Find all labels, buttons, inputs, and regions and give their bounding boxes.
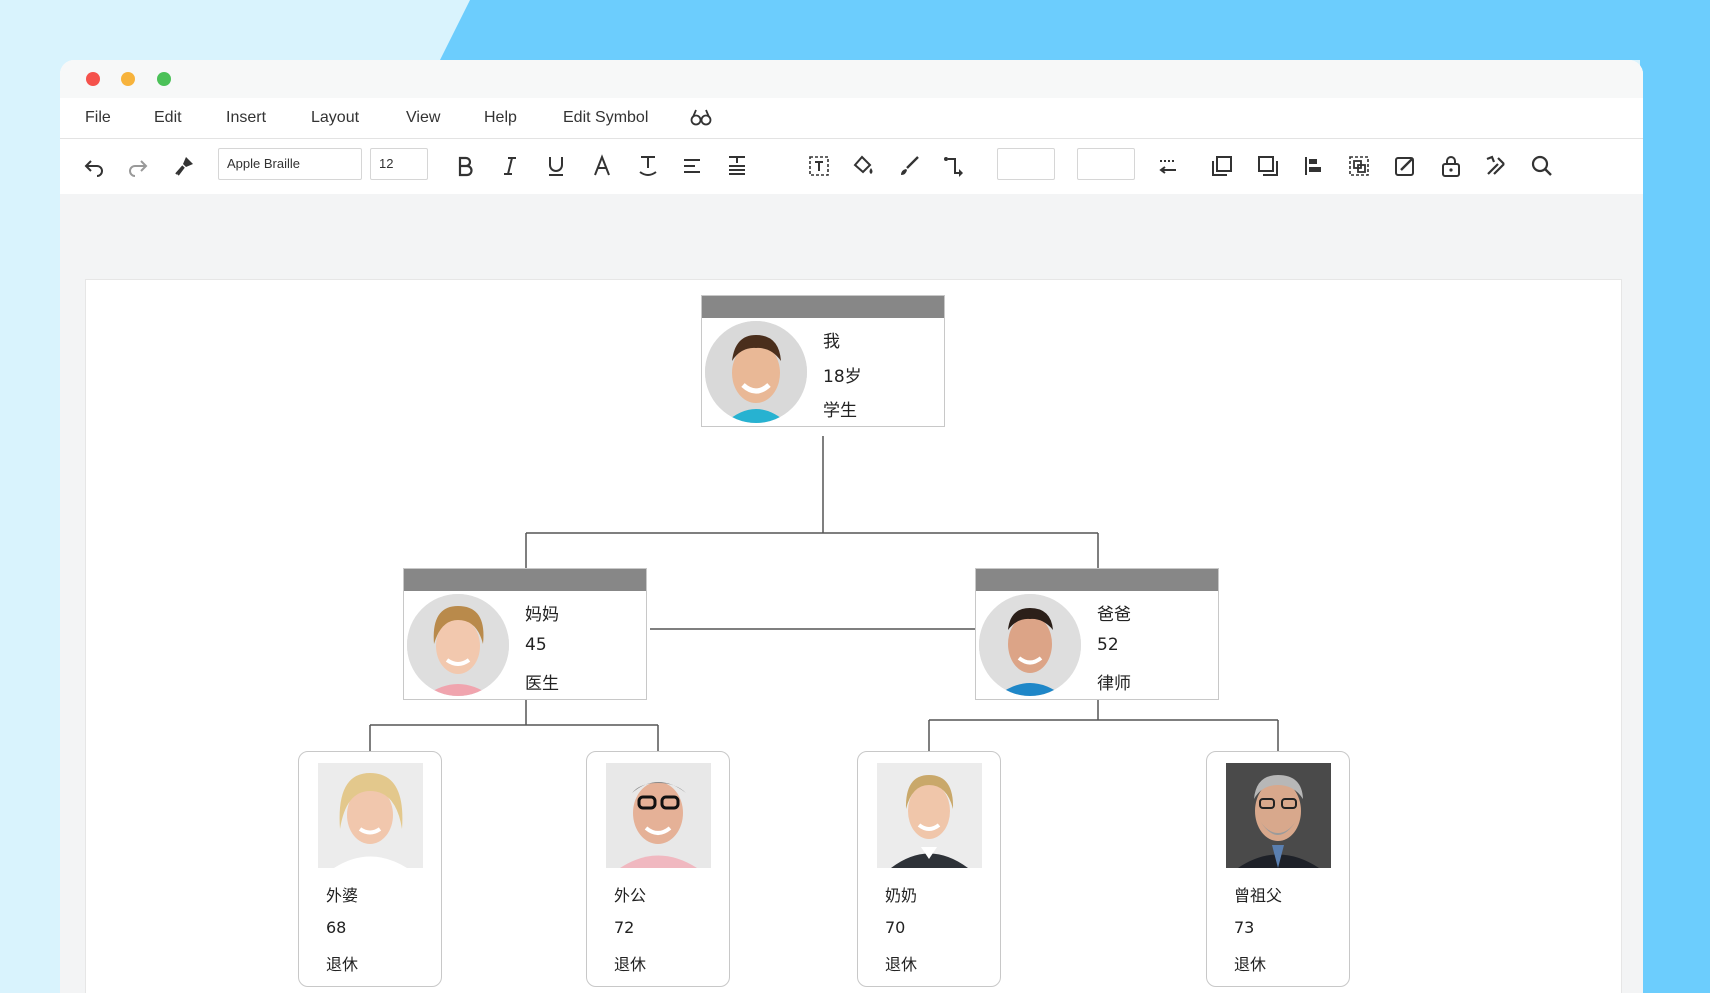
mother-person-card[interactable]: 妈妈 45 医生 [403, 568, 647, 700]
grandparent-photo [318, 763, 423, 868]
text-box-icon[interactable] [806, 153, 832, 179]
grandparent-job: 退休 [1234, 955, 1267, 974]
underline-icon[interactable] [543, 153, 569, 179]
title-bar [60, 60, 1643, 98]
grandparent-photo [877, 763, 982, 868]
edit-shape-icon[interactable] [1392, 153, 1418, 179]
canvas-area: 我 18岁 学生 妈妈 45 医生 爸爸 52 律师 外婆 68 退休 外公 7… [60, 194, 1643, 993]
mother-job: 医生 [525, 674, 559, 694]
menu-insert[interactable]: Insert [226, 109, 266, 127]
text-style-icon[interactable] [635, 153, 661, 179]
connector-icon[interactable] [941, 153, 967, 179]
binoculars-icon[interactable] [690, 107, 712, 132]
lock-icon[interactable] [1438, 153, 1464, 179]
grandparent-card[interactable]: 外婆 68 退休 [298, 751, 442, 987]
toolbar: Apple Braille 12 [60, 139, 1643, 194]
line-spacing-icon[interactable] [724, 153, 750, 179]
card-header-bar [976, 569, 1218, 591]
root-avatar [705, 321, 807, 423]
father-avatar [979, 594, 1081, 696]
redo-icon[interactable] [125, 153, 151, 179]
tools-icon[interactable] [1483, 153, 1509, 179]
root-age: 18岁 [823, 367, 862, 387]
menu-help[interactable]: Help [484, 109, 517, 127]
align-left-icon[interactable] [680, 153, 706, 179]
menu-edit-symbol[interactable]: Edit Symbol [563, 109, 648, 127]
father-name: 爸爸 [1097, 605, 1131, 625]
grandparent-photo [606, 763, 711, 868]
root-job: 学生 [823, 401, 857, 421]
align-objects-icon[interactable] [1301, 153, 1327, 179]
grandparent-job: 退休 [614, 955, 647, 974]
bring-front-icon[interactable] [1209, 153, 1235, 179]
grandparent-photo [1226, 763, 1331, 868]
card-header-bar [702, 296, 944, 318]
italic-icon[interactable] [497, 153, 523, 179]
father-person-card[interactable]: 爸爸 52 律师 [975, 568, 1219, 700]
menu-view[interactable]: View [406, 109, 440, 127]
father-job: 律师 [1097, 674, 1131, 694]
font-size-input[interactable]: 12 [370, 148, 428, 180]
close-window-button[interactable] [86, 72, 100, 86]
search-icon[interactable] [1529, 153, 1555, 179]
father-age: 52 [1097, 635, 1119, 655]
grandparent-name: 奶奶 [885, 886, 918, 905]
grandparent-name: 曾祖父 [1234, 886, 1283, 905]
menu-edit[interactable]: Edit [154, 109, 182, 127]
font-family-select[interactable]: Apple Braille [218, 148, 362, 180]
grandparent-card[interactable]: 曾祖父 73 退休 [1206, 751, 1350, 987]
grandparent-age: 72 [614, 918, 635, 937]
arrow-style-icon[interactable] [1155, 153, 1181, 179]
line-brush-icon[interactable] [897, 153, 923, 179]
root-name: 我 [823, 332, 840, 352]
root-person-card[interactable]: 我 18岁 学生 [701, 295, 945, 427]
menu-bar: File Edit Insert Layout View Help Edit S… [60, 98, 1643, 139]
font-color-icon[interactable] [589, 153, 615, 179]
menu-layout[interactable]: Layout [311, 109, 359, 127]
grandparent-age: 73 [1234, 918, 1255, 937]
grandparent-name: 外婆 [326, 886, 359, 905]
grandparent-job: 退休 [885, 955, 918, 974]
grandparent-card[interactable]: 外公 72 退休 [586, 751, 730, 987]
app-window: File Edit Insert Layout View Help Edit S… [60, 60, 1643, 993]
mother-name: 妈妈 [525, 605, 559, 625]
bold-icon[interactable] [452, 153, 478, 179]
line-width-input[interactable] [997, 148, 1055, 180]
grandparent-name: 外公 [614, 886, 647, 905]
zoom-window-button[interactable] [157, 72, 171, 86]
send-back-icon[interactable] [1255, 153, 1281, 179]
grandparent-age: 68 [326, 918, 347, 937]
undo-icon[interactable] [81, 153, 107, 179]
minimize-window-button[interactable] [121, 72, 135, 86]
card-header-bar [404, 569, 646, 591]
grandparent-age: 70 [885, 918, 906, 937]
format-painter-icon[interactable] [171, 153, 197, 179]
menu-file[interactable]: File [85, 109, 111, 127]
line-style-input[interactable] [1077, 148, 1135, 180]
fill-bucket-icon[interactable] [851, 153, 877, 179]
mother-age: 45 [525, 635, 547, 655]
mother-avatar [407, 594, 509, 696]
group-icon[interactable] [1346, 153, 1372, 179]
diagram-page[interactable]: 我 18岁 学生 妈妈 45 医生 爸爸 52 律师 外婆 68 退休 外公 7… [85, 279, 1622, 993]
grandparent-job: 退休 [326, 955, 359, 974]
grandparent-card[interactable]: 奶奶 70 退休 [857, 751, 1001, 987]
